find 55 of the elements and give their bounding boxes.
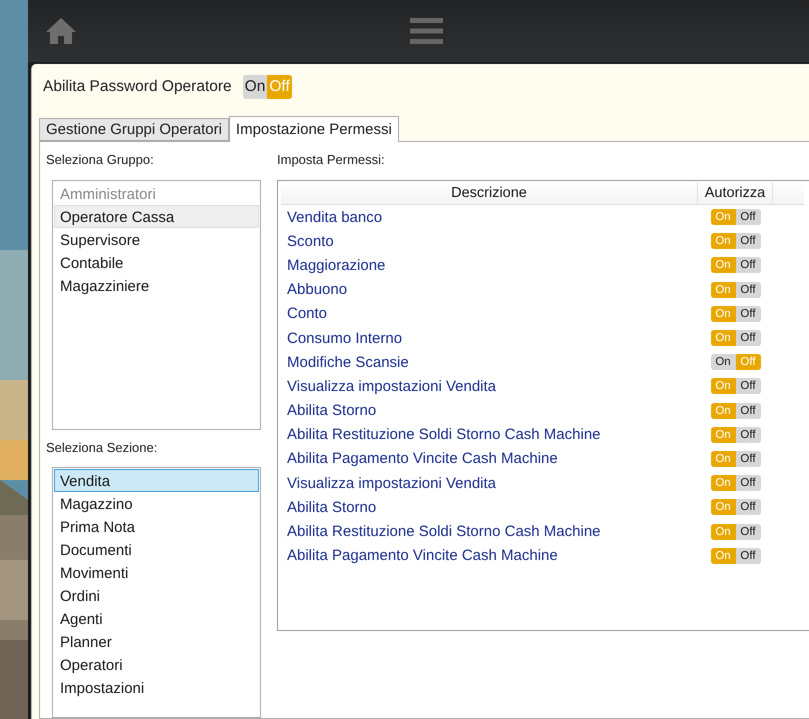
permission-name: Abbuono [286, 281, 348, 298]
permission-toggle[interactable]: On Off [710, 330, 760, 346]
password-toggle[interactable]: On Off [242, 75, 292, 99]
permission-toggle[interactable]: On Off [710, 354, 760, 370]
permission-name: Conto [286, 305, 328, 322]
column-header[interactable]: Descrizione [281, 182, 698, 204]
section-item[interactable]: Prima Nota [54, 515, 259, 538]
section-item[interactable]: Agenti [54, 607, 259, 630]
permission-toggle[interactable]: On Off [710, 402, 760, 419]
permission-toggle[interactable]: On Off [710, 450, 760, 467]
tab[interactable]: Impostazione Permessi [228, 116, 399, 142]
tab[interactable]: Gestione Gruppi Operatori [39, 118, 229, 141]
permission-toggle[interactable]: On Off [710, 524, 760, 540]
section-caption: Seleziona Sezione: [46, 440, 158, 456]
column-header[interactable]: Autorizza [698, 182, 773, 204]
permission-name: Visualizza impostazioni Vendita [286, 378, 498, 395]
permission-toggle[interactable]: On Off [710, 426, 760, 443]
menu-icon[interactable] [410, 18, 443, 44]
group-item[interactable]: Magazziniere [54, 274, 259, 297]
password-label: Abilita Password Operatore [43, 78, 232, 96]
section-item[interactable]: Impostazioni [54, 676, 259, 700]
permission-name: Abilita Pagamento Vincite Cash Machine [286, 450, 559, 468]
home-icon[interactable] [45, 17, 77, 45]
permission-name: Abilita Restituzione Soldi Storno Cash Machine [286, 426, 602, 444]
permission-name: Consumo Interno [286, 330, 404, 347]
permission-name: Sconto [286, 232, 335, 250]
permission-name: Visualizza impostazioni Vendita [286, 474, 498, 492]
permission-name: Modifiche Scansie [286, 354, 410, 371]
section-item[interactable]: Vendita [54, 469, 259, 492]
group-item[interactable]: Operatore Cassa [54, 204, 259, 228]
group-caption: Seleziona Gruppo: [46, 152, 155, 169]
permission-toggle[interactable]: On Off [710, 306, 760, 322]
permission-name: Maggiorazione [286, 256, 386, 274]
permission-toggle[interactable]: On Off [710, 233, 760, 250]
permission-toggle[interactable]: On Off [710, 257, 760, 274]
permission-name: Abilita Restituzione Soldi Storno Cash Machine [286, 523, 602, 540]
group-item[interactable]: Contabile [54, 250, 259, 274]
section-item[interactable]: Operatori [54, 653, 259, 676]
section-item[interactable]: Ordini [54, 584, 259, 608]
permission-name: Abilita Storno [286, 498, 378, 516]
permissions-caption: Imposta Permessi: [277, 152, 386, 169]
permission-toggle[interactable]: On Off [710, 378, 760, 394]
section-item[interactable]: Planner [54, 630, 259, 654]
permission-name: Vendita banco [286, 208, 384, 226]
permission-name: Abilita Pagamento Vincite Cash Machine [286, 547, 559, 564]
group-item[interactable]: Supervisore [54, 228, 259, 251]
section-item[interactable]: Magazzino [54, 492, 259, 516]
section-item[interactable]: Movimenti [54, 561, 259, 584]
permission-name: Abilita Storno [286, 402, 378, 420]
permission-toggle[interactable]: On Off [710, 282, 760, 298]
permission-toggle[interactable]: On Off [710, 499, 760, 516]
permission-toggle[interactable]: On Off [710, 475, 760, 492]
permission-toggle[interactable]: On Off [710, 209, 760, 226]
permission-toggle[interactable]: On Off [710, 548, 760, 564]
section-item[interactable]: Documenti [54, 538, 259, 562]
